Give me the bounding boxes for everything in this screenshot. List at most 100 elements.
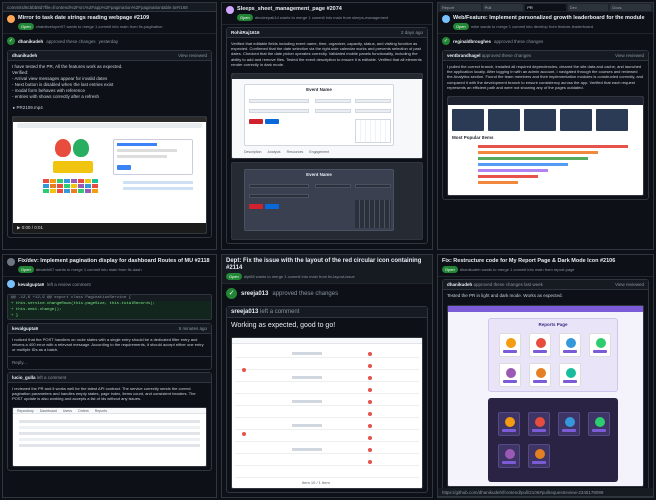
comment-author[interactable]: RohitRaj1616 (231, 30, 260, 35)
review-event: ✓ dhanikudeh approved these changes yest… (3, 34, 216, 48)
browser-tab[interactable]: Report (440, 4, 481, 11)
reply-box[interactable]: Reply... (8, 355, 211, 369)
comment-author[interactable]: lucio_gulla (12, 375, 36, 380)
review-action: approved these changes (481, 53, 532, 58)
browser-tab[interactable]: Docs (610, 4, 651, 11)
nav-item[interactable]: Repository (17, 408, 34, 413)
reports-page-title: Reports Page (538, 322, 568, 327)
video-controls[interactable]: ▶ 0:00 / 0:01 (13, 223, 206, 233)
avatar-illustration-green (73, 139, 89, 157)
review-comment: lucio_gulla left a comment I reviewed th… (7, 371, 212, 472)
pr-meta: Open mike wants to merge 1 commit into de… (453, 23, 645, 30)
avatar (442, 15, 450, 23)
review-comment: RohitRaj1616 2 days ago Verified that ed… (226, 27, 428, 245)
dark-mode-screenshot[interactable]: Event Name (231, 162, 423, 241)
event-form-card: Event Name (244, 84, 394, 147)
pr-header: Sleeps_sheet_management_page #2074 Open d… (222, 3, 432, 25)
view-reviewed-link[interactable]: View reviewed (615, 282, 644, 287)
review-action: approved these changes (494, 38, 544, 44)
avatar (226, 6, 234, 14)
diff-line: + } (8, 313, 211, 319)
nav-item[interactable]: Dashboard (40, 408, 57, 413)
review-action: approved these changes (473, 282, 523, 287)
tab-resources[interactable]: Resources (287, 150, 304, 154)
screenshot-tile-1: commits/8c5bb8d?file=frontend%2Fsrc%2Fap… (2, 2, 217, 250)
comment-time[interactable]: 5 minutes ago (179, 326, 207, 331)
review-time[interactable]: 2 days ago (401, 30, 423, 35)
pr-meta: Open devdeepak14 wants to merge 1 commit … (237, 14, 388, 21)
comment-author[interactable]: kevalgupta9 (12, 326, 38, 331)
reviewer-name[interactable]: reginaldbroughes (453, 39, 491, 44)
comment-body: Verified that editable fields including … (231, 41, 422, 67)
review-event: kevalgupta9 left a review comment (3, 277, 216, 291)
reports-page-screenshot[interactable]: Reports Page (447, 305, 644, 487)
comment-author[interactable]: ventbrandhagel (447, 53, 481, 58)
avatar (7, 280, 15, 288)
review-comment: dhanikudeh View reviewed I have tested t… (7, 50, 212, 238)
comment-header: lucio_gulla left a comment (8, 372, 211, 383)
view-reviewed-link[interactable]: View reviewed (178, 53, 207, 58)
reviewer-name[interactable]: sreeja013 (241, 291, 268, 297)
tab-analysis[interactable]: Analysis (268, 150, 281, 154)
tab-description[interactable]: Description (244, 150, 262, 154)
nav-item[interactable]: Orders (78, 408, 89, 413)
pr-header: Mirror to task date strings reading webp… (3, 12, 216, 34)
check-icon: ✓ (7, 37, 15, 45)
pr-meta: Open chatdeveloper97 wants to merge 1 com… (18, 23, 163, 30)
comment-author[interactable]: sreeja013 (231, 309, 258, 315)
screenshot-tile-5: Dept: Fix the issue with the layout of t… (221, 254, 433, 498)
open-badge: Open (18, 23, 34, 30)
open-badge: Open (18, 266, 34, 273)
nav-item[interactable]: Reports (95, 408, 107, 413)
status-url: https://github.com/dhanikudeh/frontend/p… (438, 488, 653, 497)
browser-tab[interactable]: PR (525, 4, 566, 11)
review-thread: kevalgupta9 5 minutes ago I noticed that… (7, 323, 212, 370)
tab-engagement[interactable]: Engagement (309, 150, 329, 154)
comment-body: Working as expected, good to go! (231, 322, 336, 329)
comment-header: kevalgupta9 5 minutes ago (8, 324, 211, 334)
reviewer-name[interactable]: kevalgupta9 (18, 282, 44, 287)
comment-body: Tested the PR in light and dark mode. Wo… (447, 293, 563, 298)
review-action: left a comment (260, 309, 300, 315)
app-screenshot[interactable]: Item 10 / 1 Item (231, 337, 423, 489)
screenshot-tile-6: Fix: Restructure code for My Report Page… (437, 254, 654, 498)
screenshot-tile-3: Report Pull PR Dev Docs Web/Feature: Impleme… (437, 2, 654, 250)
review-time[interactable]: last week (524, 282, 543, 287)
review-comment: ventbrandhagel approved these changes Vi… (442, 50, 649, 201)
pr-title: Mirror to task date strings reading webp… (18, 15, 150, 21)
light-mode-screenshot[interactable]: Event Name Description Analysis Resource… (231, 73, 423, 160)
comment-author[interactable]: dhanikudeh (447, 282, 472, 287)
pr-header: Fix/dev: Implement pagination display fo… (3, 255, 216, 277)
pr-title: Sleeps_sheet_management_page #2074 (237, 6, 342, 12)
comment-line: - entries with shows correctly after a r… (12, 94, 100, 99)
comment-author[interactable]: dhanikudeh (12, 53, 37, 58)
code-diff: @@ -12,6 +12,9 @@ export class Paginatio… (7, 294, 212, 320)
address-bar[interactable]: commits/8c5bb8d?file=frontend%2Fsrc%2Fap… (3, 3, 216, 12)
comment-body: I pulled the correct branch, installed a… (447, 64, 644, 90)
review-time[interactable]: yesterday (99, 39, 119, 44)
comment-body: I noticed that the POST handlers on rout… (12, 337, 204, 353)
pr-title: Web/Feature: Implement personalized grow… (453, 15, 645, 21)
check-icon: ✓ (226, 288, 237, 299)
nav-item[interactable]: Users (63, 408, 72, 413)
chart-title: Most Popular Items (452, 135, 494, 141)
app-screenshot[interactable]: Repository Dashboard Users Orders Report… (12, 407, 207, 468)
browser-tab[interactable]: Pull (482, 4, 524, 11)
view-reviewed-link[interactable]: View reviewed (615, 53, 644, 58)
form-title: Event Name (306, 87, 332, 93)
check-icon: ✓ (442, 37, 450, 45)
browser-tab[interactable]: Dev (567, 4, 609, 11)
reports-panel-dark (488, 398, 618, 482)
review-action: approved these changes (46, 38, 96, 44)
reviewer-name[interactable]: dhanikudeh (18, 39, 43, 44)
comment-header: ventbrandhagel approved these changes Vi… (443, 51, 648, 61)
dark-form-title: Event Name (306, 172, 332, 178)
review-action: left a review comment (47, 281, 91, 287)
avatar-illustration-red (55, 139, 71, 157)
review-comment: sreeja013 left a comment Working as expe… (226, 306, 428, 493)
attachment-name[interactable]: ▸ PR2109.mp4 (8, 103, 211, 113)
video-preview[interactable]: ▶ 0:00 / 0:01 (12, 116, 207, 234)
comment-body: I reviewed the PR and it works well for … (12, 385, 196, 402)
pr-title: Fix/dev: Implement pagination display fo… (18, 258, 210, 264)
leaderboard-screenshot[interactable]: Most Popular Items (447, 96, 644, 197)
